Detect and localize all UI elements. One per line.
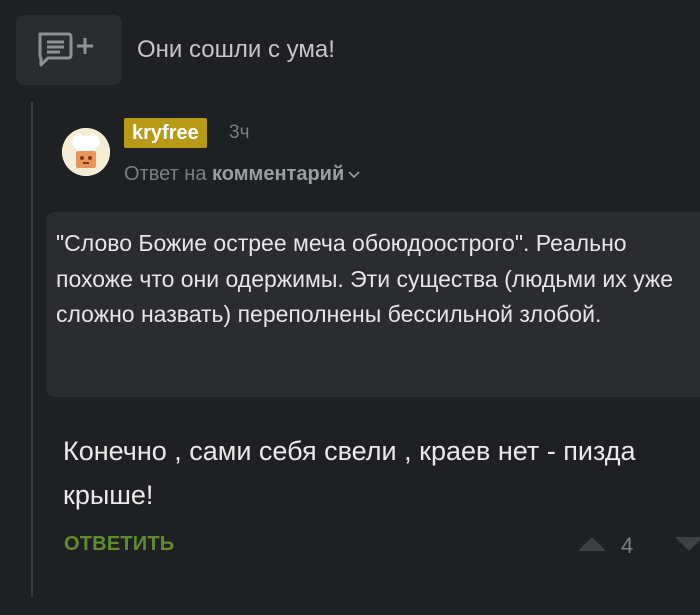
reply-target-link[interactable]: комментарий [212, 163, 344, 185]
avatar[interactable] [62, 128, 110, 176]
quote-text: "Слово Божие острее меча обоюдоострого".… [56, 230, 674, 327]
username[interactable]: kryfree [124, 118, 207, 148]
comment-add-icon [38, 32, 93, 67]
comment-body: Конечно , сами себя свели , краев нет - … [63, 436, 636, 510]
add-comment-button[interactable] [16, 15, 122, 85]
quoted-comment: "Слово Божие острее меча обоюдоострого".… [46, 212, 700, 397]
upvote-icon[interactable] [578, 536, 606, 552]
reply-meta: Ответ на комментарий [124, 163, 360, 186]
reply-button[interactable]: ОТВЕТИТЬ [64, 533, 174, 556]
post-title[interactable]: Они сошли с ума! [137, 36, 335, 64]
downvote-icon[interactable] [675, 536, 700, 552]
thread-line[interactable] [31, 102, 33, 597]
reply-prefix: Ответ на [124, 163, 207, 185]
comment-time: 3ч [229, 122, 250, 143]
post-header: Они сошли с ума! [0, 0, 700, 100]
rating-count: 4 [621, 533, 634, 558]
avatar-image [62, 128, 110, 176]
chevron-down-icon[interactable] [348, 171, 360, 179]
